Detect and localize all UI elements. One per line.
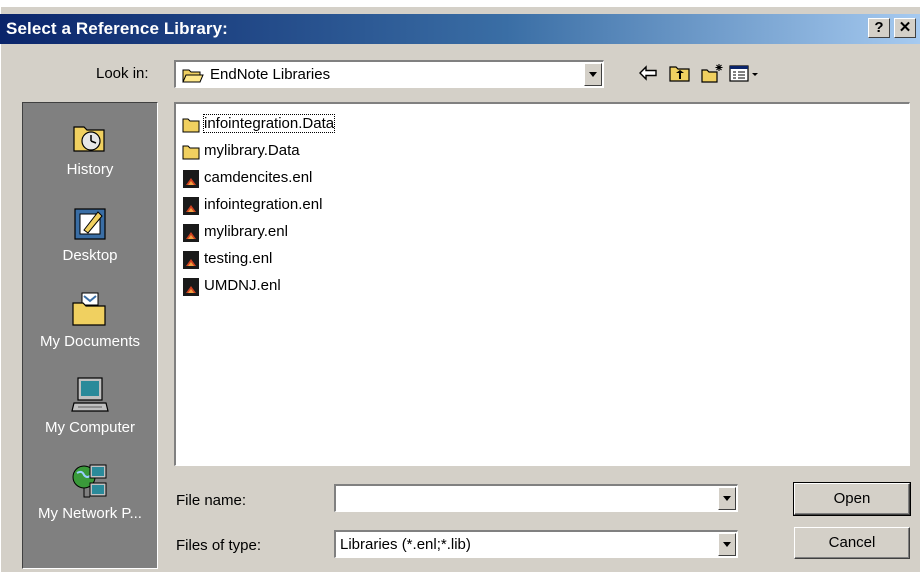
my-computer-icon	[70, 375, 110, 415]
history-icon	[70, 117, 110, 157]
new-folder-icon[interactable]	[700, 62, 724, 84]
endnote-library-icon	[182, 278, 200, 296]
open-button[interactable]: Open	[793, 482, 911, 516]
file-type-dropdown[interactable]: Libraries (*.enl;*.lib)	[334, 530, 738, 558]
file-name: mylibrary.Data	[204, 142, 300, 159]
window-title: Select a Reference Library:	[6, 19, 228, 38]
endnote-library-icon	[182, 224, 200, 242]
chevron-down-icon[interactable]	[584, 63, 602, 86]
my-network-places-icon	[70, 461, 110, 501]
place-desktop[interactable]: Desktop	[23, 203, 157, 264]
place-history-label: History	[66, 161, 114, 178]
look-in-dropdown[interactable]: EndNote Libraries	[174, 60, 604, 88]
view-menu-icon[interactable]	[728, 62, 762, 84]
file-name-label: File name:	[176, 492, 247, 509]
endnote-library-icon	[182, 251, 200, 269]
place-my-documents-label: My Documents	[39, 333, 141, 350]
file-name: camdencites.enl	[204, 169, 313, 186]
file-name: infointegration.enl	[204, 196, 323, 213]
help-button[interactable]: ?	[868, 18, 890, 38]
title-bar[interactable]: Select a Reference Library: ? ✕	[0, 14, 920, 44]
chevron-down-icon[interactable]	[718, 487, 736, 510]
endnote-library-icon	[182, 170, 200, 188]
place-my-computer-label: My Computer	[44, 419, 136, 436]
close-button[interactable]: ✕	[894, 18, 916, 38]
file-name-input[interactable]	[334, 484, 738, 512]
cancel-button[interactable]: Cancel	[794, 527, 910, 559]
back-arrow-icon[interactable]	[636, 62, 660, 84]
look-in-value: EndNote Libraries	[210, 66, 331, 83]
file-name: mylibrary.enl	[204, 223, 288, 240]
place-my-network[interactable]: My Network P...	[23, 461, 157, 522]
place-desktop-label: Desktop	[62, 247, 118, 264]
file-type-value: Libraries (*.enl;*.lib)	[340, 536, 471, 553]
look-in-label: Look in:	[96, 65, 149, 82]
desktop-icon	[70, 203, 110, 243]
file-name: testing.enl	[204, 250, 273, 267]
file-type-label: Files of type:	[176, 537, 262, 554]
file-name: infointegration.Data	[202, 114, 336, 133]
endnote-library-icon	[182, 197, 200, 215]
folder-icon	[182, 143, 200, 161]
file-name: UMDNJ.enl	[204, 277, 281, 294]
folder-open-icon	[182, 67, 204, 83]
place-my-computer[interactable]: My Computer	[23, 375, 157, 436]
place-my-documents[interactable]: My Documents	[23, 289, 157, 350]
file-list[interactable]: infointegration.Data mylibrary.Data camd…	[174, 102, 910, 466]
my-documents-icon	[70, 289, 110, 329]
up-folder-icon[interactable]	[668, 62, 692, 84]
chevron-down-icon[interactable]	[718, 533, 736, 556]
place-my-network-label: My Network P...	[38, 505, 142, 522]
places-bar: History Desktop My Documents My Computer…	[22, 102, 158, 569]
place-history[interactable]: History	[23, 117, 157, 178]
folder-icon	[182, 116, 200, 134]
